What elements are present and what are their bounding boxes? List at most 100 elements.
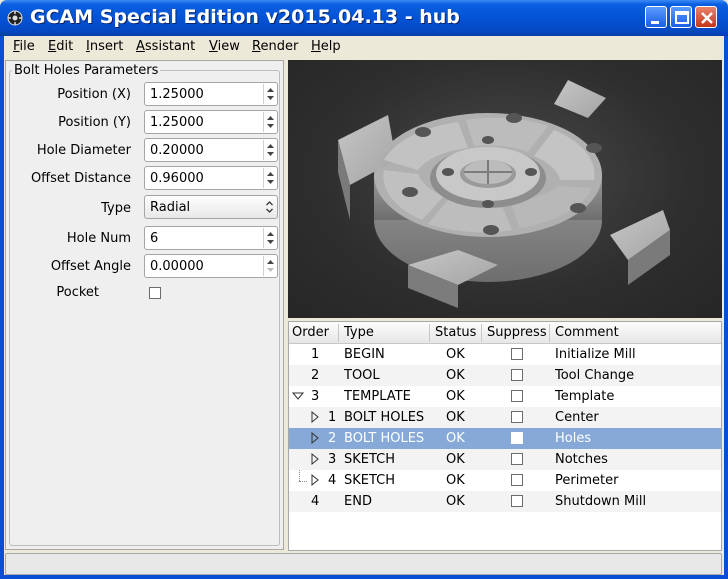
position-x-value: 1.25000 — [150, 87, 204, 102]
suppress-checkbox[interactable] — [511, 474, 523, 486]
title-bar[interactable]: GCAM Special Edition v2015.04.13 - hub — [0, 0, 728, 36]
suppress-checkbox[interactable] — [511, 453, 523, 465]
type-select-arrow[interactable] — [263, 197, 276, 217]
parameters-panel: Bolt Holes Parameters Position (X) 1.250… — [5, 60, 284, 550]
row-comment: Notches — [555, 452, 608, 467]
table-row-selected[interactable]: 2 BOLT HOLES OK Holes — [289, 428, 721, 449]
table-row[interactable]: 4 END OK Shutdown Mill — [289, 491, 721, 512]
row-type: BOLT HOLES — [344, 410, 425, 425]
row-status: OK — [446, 389, 465, 404]
spin-arrows-icon — [267, 144, 274, 156]
menu-insert[interactable]: Insert — [86, 39, 123, 54]
row-order: 3 — [328, 452, 337, 467]
row-comment: Center — [555, 410, 599, 425]
expand-arrow-icon[interactable] — [309, 432, 321, 444]
minimize-icon — [651, 21, 659, 24]
collapse-arrow-icon[interactable] — [292, 390, 304, 402]
offset-distance-spinner[interactable] — [263, 168, 276, 188]
suppress-checkbox[interactable] — [511, 432, 523, 444]
close-icon — [701, 12, 713, 24]
hole-num-label: Hole Num — [66, 231, 131, 246]
col-status[interactable]: Status — [435, 325, 476, 340]
window-title: GCAM Special Edition v2015.04.13 - hub — [30, 6, 460, 28]
window-frame-right — [724, 58, 728, 579]
table-row[interactable]: 1 BOLT HOLES OK Center — [289, 407, 721, 428]
menu-help[interactable]: Help — [311, 39, 341, 54]
row-status: OK — [446, 473, 465, 488]
hole-diameter-value: 0.20000 — [150, 143, 204, 158]
tree-header: Order Type Status Suppress Comment — [289, 322, 721, 344]
table-row[interactable]: 3 SKETCH OK Notches — [289, 449, 721, 470]
close-button[interactable] — [695, 6, 717, 28]
suppress-checkbox[interactable] — [511, 411, 523, 423]
spin-arrows-icon — [267, 260, 274, 272]
maximize-icon — [675, 11, 689, 24]
table-row[interactable]: 2 TOOL OK Tool Change — [289, 365, 721, 386]
col-order[interactable]: Order — [292, 325, 329, 340]
menu-file[interactable]: File — [13, 39, 35, 54]
pocket-checkbox[interactable] — [149, 287, 161, 299]
menu-edit-label: Edit — [48, 39, 74, 54]
expand-arrow-icon[interactable] — [309, 474, 321, 486]
menu-render[interactable]: Render — [252, 39, 298, 54]
hole-num-field[interactable]: 6 — [144, 226, 278, 250]
menu-edit[interactable]: Edit — [48, 39, 73, 54]
minimize-button[interactable] — [645, 6, 667, 28]
row-order: 4 — [328, 473, 337, 488]
menu-help-label: Help — [311, 39, 341, 54]
position-y-field[interactable]: 1.25000 — [144, 110, 278, 134]
maximize-button[interactable] — [670, 6, 692, 28]
spin-arrows-icon — [267, 232, 274, 244]
pocket-label: Pocket — [56, 285, 99, 300]
menu-insert-label: Insert — [86, 39, 124, 54]
row-order: 2 — [311, 368, 320, 383]
menu-file-label: File — [13, 39, 35, 54]
suppress-checkbox[interactable] — [511, 390, 523, 402]
table-row[interactable]: 1 BEGIN OK Initialize Mill — [289, 344, 721, 365]
col-suppress[interactable]: Suppress — [487, 325, 547, 340]
expand-arrow-icon[interactable] — [309, 411, 321, 423]
expand-arrow-icon[interactable] — [309, 453, 321, 465]
offset-angle-spinner[interactable] — [263, 256, 276, 276]
spin-arrows-icon — [267, 116, 274, 128]
status-bar — [5, 553, 722, 575]
row-type: BEGIN — [344, 347, 385, 362]
row-type: BOLT HOLES — [344, 431, 425, 446]
menu-assistant[interactable]: Assistant — [136, 39, 195, 54]
row-status: OK — [446, 452, 465, 467]
hole-diameter-spinner[interactable] — [263, 140, 276, 160]
group-title: Bolt Holes Parameters — [12, 63, 161, 78]
position-y-spinner[interactable] — [263, 112, 276, 132]
position-x-spinner[interactable] — [263, 84, 276, 104]
suppress-checkbox[interactable] — [511, 369, 523, 381]
offset-angle-field[interactable]: 0.00000 — [144, 254, 278, 278]
row-order: 1 — [328, 410, 337, 425]
row-comment: Holes — [555, 431, 592, 446]
combo-arrows-icon — [266, 201, 273, 213]
row-comment: Perimeter — [555, 473, 619, 488]
type-select[interactable]: Radial — [144, 195, 278, 219]
menu-view[interactable]: View — [209, 39, 240, 54]
row-comment: Shutdown Mill — [555, 494, 647, 509]
row-order: 4 — [311, 494, 320, 509]
operations-tree: Order Type Status Suppress Comment 1 BEG… — [288, 321, 722, 551]
row-type: SKETCH — [344, 473, 396, 488]
suppress-checkbox[interactable] — [511, 495, 523, 507]
hole-num-spinner[interactable] — [263, 228, 276, 248]
3d-viewport[interactable] — [288, 60, 722, 318]
row-order: 2 — [328, 431, 337, 446]
col-comment[interactable]: Comment — [555, 325, 619, 340]
row-type: END — [344, 494, 372, 509]
col-type[interactable]: Type — [344, 325, 374, 340]
hole-diameter-field[interactable]: 0.20000 — [144, 138, 278, 162]
row-comment: Initialize Mill — [555, 347, 636, 362]
hub-model-render — [338, 80, 670, 308]
hole-diameter-label: Hole Diameter — [36, 143, 131, 158]
table-row[interactable]: 4 SKETCH OK Perimeter — [289, 470, 721, 491]
position-x-field[interactable]: 1.25000 — [144, 82, 278, 106]
table-row[interactable]: 3 TEMPLATE OK Template — [289, 386, 721, 407]
spin-arrows-icon — [267, 88, 274, 100]
offset-distance-field[interactable]: 0.96000 — [144, 166, 278, 190]
row-status: OK — [446, 431, 465, 446]
suppress-checkbox[interactable] — [511, 348, 523, 360]
